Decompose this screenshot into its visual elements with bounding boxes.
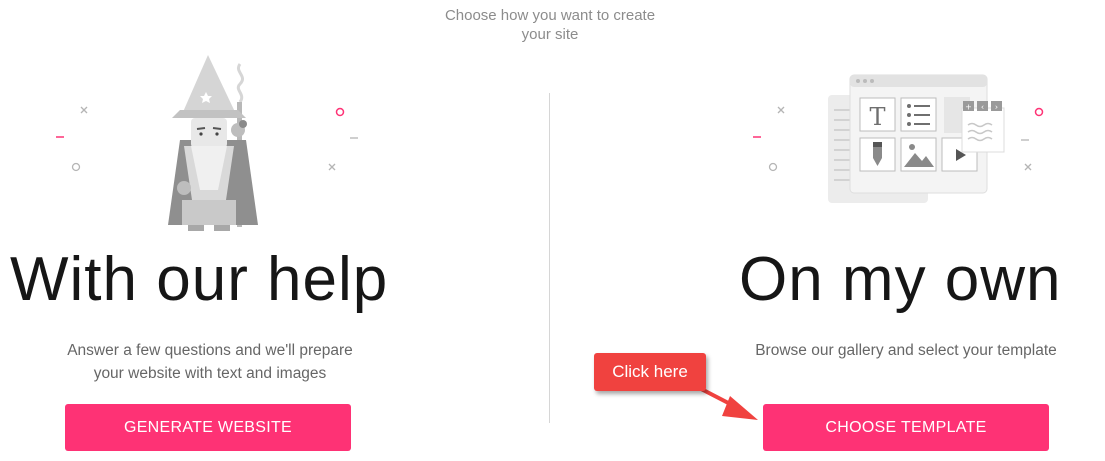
svg-text:T: T	[869, 103, 885, 131]
svg-text:›: ›	[995, 103, 998, 112]
description-line-1: Answer a few questions and we'll prepare	[67, 342, 353, 359]
click-here-callout: Click here	[594, 353, 706, 391]
svg-text:+: +	[965, 103, 972, 112]
wizard-illustration	[56, 55, 358, 231]
description-line-2: your website with text and images	[93, 365, 327, 382]
page-subtitle: Choose how you want to create your site	[400, 6, 700, 44]
option-description-with-help: Answer a few questions and we'll prepare…	[10, 339, 410, 385]
choose-template-button[interactable]: CHOOSE TEMPLATE	[763, 404, 1049, 451]
svg-text:‹: ‹	[981, 103, 984, 112]
generate-website-button[interactable]: GENERATE WEBSITE	[65, 404, 351, 451]
image-tool-icon	[900, 137, 937, 172]
page-subtitle-line-2: your site	[521, 26, 579, 43]
list-tool-icon	[900, 97, 937, 132]
option-title-on-my-own: On my own	[739, 245, 1062, 314]
page-subtitle-line-1: Choose how you want to create	[444, 7, 656, 24]
option-description-on-my-own: Browse our gallery and select your templ…	[755, 342, 1057, 359]
pen-tool-icon	[859, 137, 896, 172]
template-editor-illustration: T + ‹ ›	[753, 74, 1044, 203]
site-creation-chooser: Choose how you want to create your site	[0, 0, 1105, 461]
vertical-divider	[549, 93, 550, 423]
text-tool-icon: T	[859, 97, 896, 132]
option-title-with-help: With our help	[10, 245, 389, 314]
